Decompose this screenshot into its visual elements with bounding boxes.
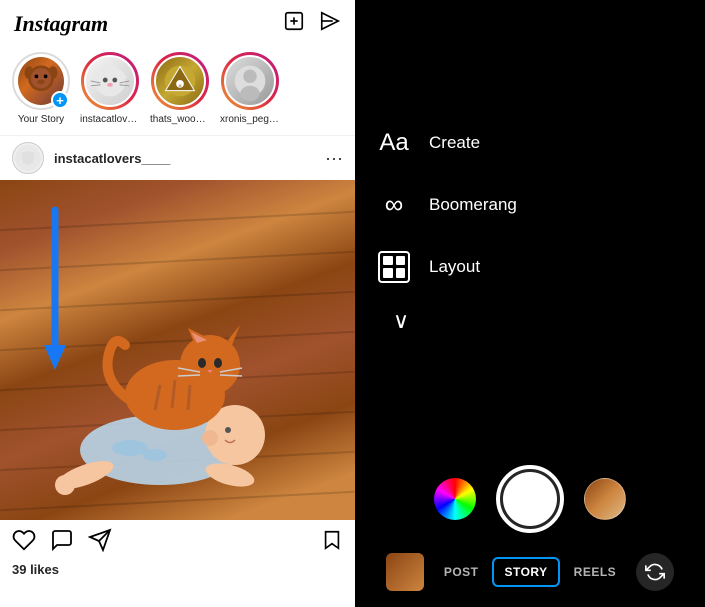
flip-camera-icon[interactable] bbox=[636, 553, 674, 591]
story-label-cat: instacatlovers... bbox=[80, 114, 140, 125]
tab-post[interactable]: POST bbox=[434, 559, 489, 585]
post-more-button[interactable]: ··· bbox=[325, 148, 343, 169]
story-item-instacatlovers[interactable]: instacatlovers... bbox=[80, 52, 140, 125]
your-story-label: Your Story bbox=[18, 114, 64, 125]
story-avatar-wood: ✕ bbox=[154, 55, 206, 107]
create-label: Create bbox=[429, 133, 480, 153]
share-button[interactable] bbox=[88, 528, 112, 558]
story-ring-wood: ✕ bbox=[151, 52, 209, 110]
layout-menu-item[interactable]: Layout bbox=[375, 236, 705, 298]
tab-reels[interactable]: REELS bbox=[564, 559, 627, 585]
mode-tabs: POST STORY REELS bbox=[355, 547, 705, 597]
bookmark-button[interactable] bbox=[321, 529, 343, 557]
create-menu-item[interactable]: Aa Create bbox=[375, 112, 705, 174]
post-actions bbox=[0, 520, 355, 562]
shutter-inner bbox=[503, 472, 557, 526]
color-wheel-button[interactable] bbox=[434, 478, 476, 520]
story-ring-cat bbox=[81, 52, 139, 110]
camera-panel: Aa Create ∞ Boomerang Layout ∨ bbox=[355, 0, 705, 607]
filter-preview-button[interactable] bbox=[584, 478, 626, 520]
story-avatar-wrap-wood: ✕ bbox=[151, 52, 209, 110]
post-image bbox=[0, 180, 355, 520]
chevron-down-icon[interactable]: ∨ bbox=[375, 298, 705, 344]
add-story-badge: + bbox=[51, 91, 69, 109]
gallery-thumbnail[interactable] bbox=[386, 553, 424, 591]
your-story-avatar-wrap: + bbox=[12, 52, 70, 110]
aa-text-icon: Aa bbox=[379, 129, 408, 157]
shutter-button[interactable] bbox=[496, 465, 564, 533]
story-avatar-xronis bbox=[224, 55, 276, 107]
comment-button[interactable] bbox=[50, 528, 74, 558]
boomerang-icon: ∞ bbox=[375, 186, 413, 224]
story-label-wood: thats_wood_... bbox=[150, 114, 210, 125]
new-post-icon[interactable] bbox=[283, 10, 305, 38]
stories-row: + Your Story bbox=[0, 46, 355, 135]
story-item-your[interactable]: + Your Story bbox=[12, 52, 70, 125]
like-button[interactable] bbox=[12, 528, 36, 558]
story-item-xronis[interactable]: xronis_pegk_... bbox=[220, 52, 280, 125]
story-item-thats-wood[interactable]: ✕ thats_wood_... bbox=[150, 52, 210, 125]
story-avatar-wrap bbox=[81, 52, 139, 110]
story-ring-xronis bbox=[221, 52, 279, 110]
infinity-icon: ∞ bbox=[385, 189, 404, 220]
story-label-xronis: xronis_pegk_... bbox=[220, 114, 280, 125]
boomerang-menu-item[interactable]: ∞ Boomerang bbox=[375, 174, 705, 236]
svg-text:✕: ✕ bbox=[178, 84, 182, 90]
tab-story[interactable]: STORY bbox=[492, 557, 559, 587]
post-scene bbox=[0, 180, 355, 520]
likes-count: 39 likes bbox=[0, 562, 355, 577]
post-username[interactable]: instacatlovers____ bbox=[54, 151, 325, 166]
post-header: instacatlovers____ ··· bbox=[0, 135, 355, 180]
story-avatar-wrap-xronis bbox=[221, 52, 279, 110]
app-header: Instagram bbox=[0, 0, 355, 46]
camera-bottom-controls: POST STORY REELS bbox=[355, 455, 705, 607]
shutter-row bbox=[355, 455, 705, 547]
create-icon: Aa bbox=[375, 124, 413, 162]
boomerang-label: Boomerang bbox=[429, 195, 517, 215]
instagram-feed: Instagram bbox=[0, 0, 355, 607]
layout-label: Layout bbox=[429, 257, 480, 277]
story-avatar-cat bbox=[84, 55, 136, 107]
camera-menu: Aa Create ∞ Boomerang Layout ∨ bbox=[355, 0, 705, 455]
layout-grid-icon bbox=[378, 251, 410, 283]
app-logo: Instagram bbox=[14, 11, 108, 37]
post-avatar bbox=[12, 142, 44, 174]
messages-icon[interactable] bbox=[319, 10, 341, 38]
layout-icon-wrap bbox=[375, 248, 413, 286]
header-icons bbox=[283, 10, 341, 38]
